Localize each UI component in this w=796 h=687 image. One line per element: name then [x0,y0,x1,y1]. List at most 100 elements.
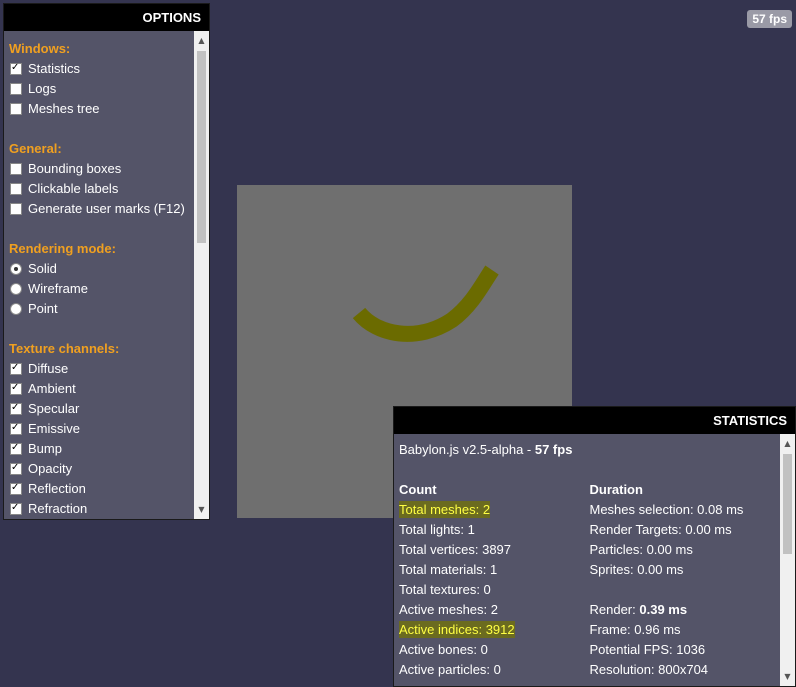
count-column: Count Total meshes: 2 Total lights: 1 Tota… [399,480,590,680]
duration-label: Frame: [589,622,635,637]
checkbox-reflection[interactable]: Reflection [9,479,196,499]
duration-label: Resolution: [589,662,659,677]
scroll-thumb[interactable] [783,454,792,554]
radio-button[interactable] [10,263,22,275]
checkbox-statistics[interactable]: Statistics [9,59,196,79]
checkbox-bump[interactable]: Bump [9,439,196,459]
checkbox-specular[interactable]: Specular [9,399,196,419]
count-text: Active meshes: 2 [399,602,498,617]
statistics-scrollbar[interactable]: ▲ ▼ [780,434,795,686]
count-heading: Count [399,482,437,497]
option-label: Logs [28,81,57,96]
count-text: Total meshes: 2 [399,501,491,518]
radio-wireframe[interactable]: Wireframe [9,279,196,299]
scroll-up-icon[interactable]: ▲ [780,436,795,451]
checkbox[interactable] [10,421,22,435]
option-label: Bump [28,441,62,456]
checkbox-diffuse[interactable]: Diffuse [9,359,196,379]
duration-heading: Duration [589,482,643,497]
option-label: Generate user marks (F12) [28,201,185,216]
duration-row: Frame: 0.96 ms [590,620,781,640]
radio-solid[interactable]: Solid [9,259,196,279]
checkbox-clickable-labels[interactable]: Clickable labels [9,179,196,199]
options-list: Windows: Statistics Logs Meshes tree General… [4,31,196,519]
option-label: Solid [28,261,57,276]
checkbox[interactable] [10,61,22,75]
checkbox-ambient[interactable]: Ambient [9,379,196,399]
duration-row: Meshes selection: 0.08 ms [590,500,781,520]
radio-button[interactable] [10,303,22,315]
checkbox-opacity[interactable]: Opacity [9,459,196,479]
count-row: Active indices: 3912 [399,620,590,640]
option-label: Specular [28,401,80,416]
checkbox-logs[interactable]: Logs [9,79,196,99]
checkbox[interactable] [10,401,22,415]
duration-value: 0.00 ms [685,522,732,537]
option-label: Meshes tree [28,101,100,116]
option-label: Opacity [28,461,73,476]
duration-label: Meshes selection: [589,502,698,517]
scroll-down-icon[interactable]: ▼ [194,502,209,517]
option-label: Clickable labels [28,181,119,196]
duration-row: Render Targets: 0.00 ms [590,520,781,540]
checkbox[interactable] [10,361,22,375]
options-section: Rendering mode: Solid Wireframe Point [9,239,196,319]
option-label: Reflection [28,481,86,496]
checkbox[interactable] [10,103,22,115]
count-row: Total meshes: 2 [399,500,590,520]
checkbox-bounding-boxes[interactable]: Bounding boxes [9,159,196,179]
checkbox[interactable] [10,183,22,195]
duration-value: 0.96 ms [634,622,681,637]
radio-point[interactable]: Point [9,299,196,319]
checkbox[interactable] [10,461,22,475]
option-label: Ambient [28,381,76,396]
duration-row: Render: 0.39 ms [590,600,781,620]
scroll-down-icon[interactable]: ▼ [780,669,795,684]
duration-value: 0.08 ms [697,502,744,517]
count-row: Active bones: 0 [399,640,590,660]
checkbox-refraction[interactable]: Refraction [9,499,196,519]
checkbox[interactable] [10,501,22,515]
count-text: Total lights: 1 [399,522,475,537]
checkbox-meshes-tree[interactable]: Meshes tree [9,99,196,119]
option-label: Diffuse [28,361,69,376]
count-row: Total lights: 1 [399,520,590,540]
checkbox[interactable] [10,163,22,175]
duration-label: Potential FPS: [589,642,677,657]
count-row: Total materials: 1 [399,560,590,580]
checkbox[interactable] [10,441,22,455]
option-label: Point [28,301,58,316]
duration-value: 1036 [676,642,706,657]
options-section: Texture channels: Diffuse Ambient Specular E… [9,339,196,519]
count-text: Total textures: 0 [399,582,491,597]
checkbox-generate-user-marks-f12[interactable]: Generate user marks (F12) [9,199,196,219]
checkbox-emissive[interactable]: Emissive [9,419,196,439]
count-row: Total textures: 0 [399,580,590,600]
duration-row: Sprites: 0.00 ms [590,560,781,580]
section-heading: Texture channels: [9,341,120,356]
count-text: Active bones: 0 [399,642,488,657]
checkbox[interactable] [10,83,22,95]
duration-column: Duration Meshes selection: 0.08 ms Render… [590,480,781,680]
checkbox[interactable] [10,481,22,495]
option-label: Bounding boxes [28,161,122,176]
checkbox[interactable] [10,381,22,395]
options-title: OPTIONS [4,4,209,31]
duration-row [590,580,781,600]
option-label: Emissive [28,421,81,436]
options-scrollbar[interactable]: ▲ ▼ [194,31,209,519]
duration-label: Render: [589,602,640,617]
scroll-thumb[interactable] [197,51,206,243]
scroll-up-icon[interactable]: ▲ [194,33,209,48]
checkbox[interactable] [10,203,22,215]
count-text: Active indices: 3912 [399,621,515,638]
section-heading: Windows: [9,41,71,56]
radio-button[interactable] [10,283,22,295]
options-panel: OPTIONS Windows: Statistics Logs Meshes tre… [3,3,210,520]
count-text: Total vertices: 3897 [399,542,512,557]
option-label: Wireframe [28,281,88,296]
options-section: General: Bounding boxes Clickable labels Ge… [9,139,196,219]
duration-value: 800x704 [658,662,709,677]
section-heading: Rendering mode: [9,241,116,256]
fps-badge: 57 fps [747,10,792,28]
